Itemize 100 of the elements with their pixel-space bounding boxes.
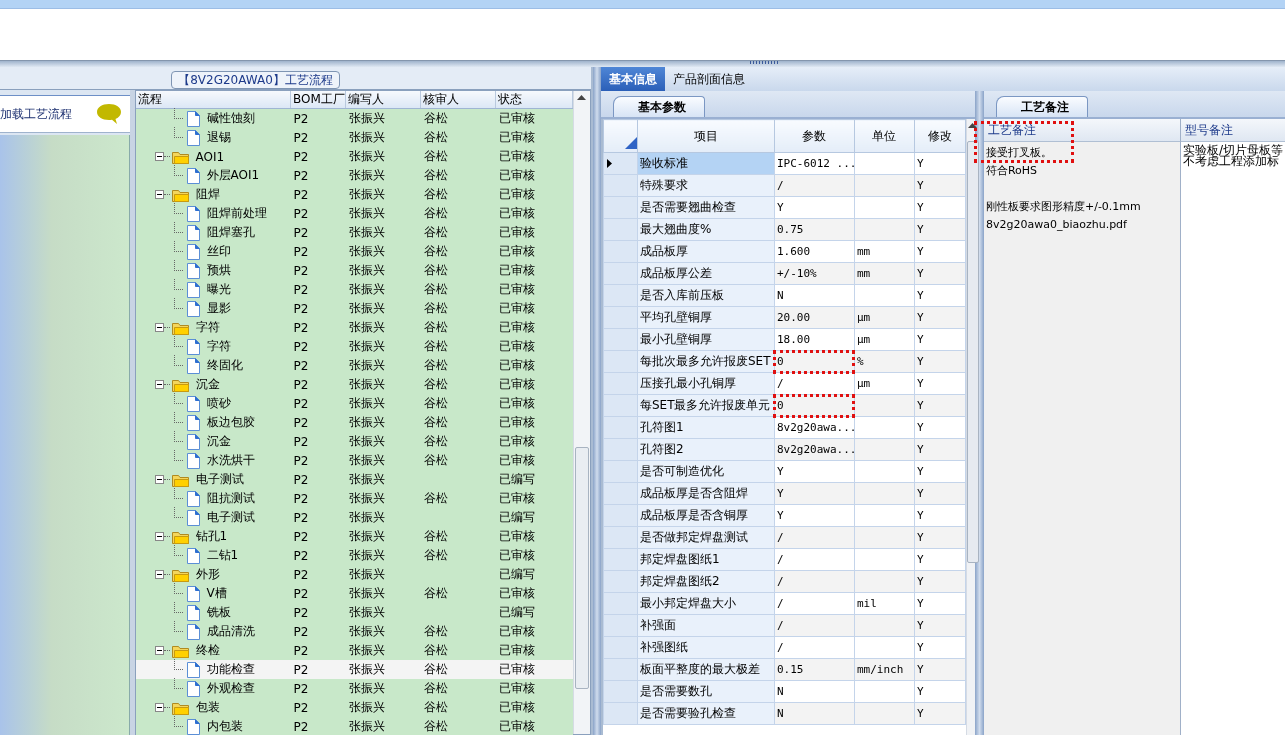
splitter-bar[interactable]: [129, 90, 135, 735]
table-cell: 张振兴: [348, 263, 385, 277]
tree-item[interactable]: AOI1: [193, 149, 227, 164]
folder-icon: [171, 643, 189, 658]
collapse-icon[interactable]: [154, 190, 164, 199]
table-cell: 张振兴: [348, 700, 385, 714]
table-cell: 张振兴: [348, 643, 385, 657]
tree-item[interactable]: 字符: [204, 338, 233, 355]
column-header[interactable]: 参数: [774, 119, 855, 153]
document-icon: [186, 243, 200, 260]
sub-tab[interactable]: 工艺备注: [995, 96, 1088, 117]
table-cell: 已编写: [498, 567, 535, 581]
collapse-icon[interactable]: [154, 646, 164, 655]
column-header[interactable]: 单位: [854, 119, 915, 153]
tree-item[interactable]: 沉金: [193, 376, 222, 393]
column-header[interactable]: 状态: [495, 91, 573, 109]
table-cell: 张振兴: [348, 168, 385, 182]
table-cell: 已审核: [498, 491, 535, 505]
scroll-up-icon[interactable]: [577, 95, 586, 100]
column-header[interactable]: 项目: [637, 119, 775, 153]
table-cell: 张振兴: [348, 434, 385, 448]
column-header[interactable]: 工艺备注: [983, 119, 1180, 142]
column-header[interactable]: 编写人: [345, 91, 421, 109]
table-cell: P2: [293, 301, 309, 316]
document-icon: [186, 300, 200, 317]
table-cell: 已审核: [498, 111, 535, 125]
tab[interactable]: 基本信息: [600, 67, 665, 91]
table-cell: 张振兴: [348, 358, 385, 372]
table-cell: 谷松: [423, 377, 448, 391]
splitter-grip-icon[interactable]: [750, 61, 780, 64]
table-cell: 板面平整度的最大极差: [637, 658, 775, 681]
collapse-icon[interactable]: [154, 703, 164, 712]
document-icon: [186, 167, 200, 184]
document-icon: [186, 623, 200, 640]
column-header[interactable]: BOM工厂: [290, 91, 346, 109]
tree-item[interactable]: V槽: [204, 585, 229, 602]
collapse-icon[interactable]: [154, 532, 164, 541]
tree-item[interactable]: 字符: [193, 319, 222, 336]
table-cell: 谷松: [423, 149, 448, 163]
table-cell[interactable]: 0: [774, 394, 855, 417]
selected-table-row[interactable]: [0, 0, 1285, 9]
table-cell: 孔符图1: [637, 416, 775, 439]
remarks-box[interactable]: 实验板/切片母板等 不考虑工程添加标: [1180, 142, 1285, 735]
tree-item[interactable]: 终检: [193, 642, 222, 659]
tree-item[interactable]: 预烘: [204, 262, 233, 279]
table-cell[interactable]: 0: [774, 350, 855, 373]
tree-item[interactable]: 包装: [193, 699, 222, 716]
collapse-icon[interactable]: [154, 152, 164, 161]
tree-item[interactable]: 退锡: [204, 129, 233, 146]
collapse-icon[interactable]: [154, 380, 164, 389]
collapse-icon[interactable]: [154, 323, 164, 332]
table-cell: 已审核: [498, 415, 535, 429]
table-cell: 已审核: [498, 244, 535, 258]
tree-item[interactable]: 沉金: [204, 433, 233, 450]
table-cell: 已编写: [498, 605, 535, 619]
column-header[interactable]: 核审人: [420, 91, 496, 109]
table-cell: 已审核: [498, 453, 535, 467]
tree-item[interactable]: 铣板: [204, 604, 233, 621]
table-cell: P2: [293, 149, 309, 164]
table-cell: P2: [293, 396, 309, 411]
table-cell: 谷松: [423, 586, 448, 600]
tree-item[interactable]: 喷砂: [204, 395, 233, 412]
table-cell: 张振兴: [348, 339, 385, 353]
table-cell: 已审核: [498, 263, 535, 277]
document-icon: [186, 585, 200, 602]
remarks-box[interactable]: 接受打叉板。 符合RoHS 刚性板要求图形精度+/-0.1mm 8v2g20awa0_biaozhu.pdf: [983, 142, 1180, 735]
table-cell: 谷松: [423, 168, 448, 182]
table-cell: 已审核: [498, 282, 535, 296]
corner-header[interactable]: [603, 119, 638, 153]
table-cell: P2: [293, 491, 309, 506]
table-cell: 已审核: [498, 187, 535, 201]
sub-tab[interactable]: 基本参数: [612, 96, 705, 117]
speech-bubble-icon[interactable]: [95, 103, 122, 125]
table-cell: 张振兴: [348, 586, 385, 600]
table-cell: P2: [293, 358, 309, 373]
document-icon: [186, 680, 200, 697]
column-header[interactable]: 修改: [914, 119, 966, 153]
column-header[interactable]: 流程: [135, 91, 291, 109]
scroll-thumb[interactable]: [966, 141, 979, 563]
table-cell: P2: [293, 681, 309, 696]
table-cell: 张振兴: [348, 225, 385, 239]
scroll-thumb[interactable]: [575, 447, 589, 689]
row-header[interactable]: [603, 152, 638, 175]
tree-item[interactable]: 外形: [193, 566, 222, 583]
document-icon: [186, 490, 200, 507]
table-cell: 最小邦定焊盘大小: [637, 592, 775, 615]
tree-item[interactable]: 丝印: [204, 243, 233, 260]
scrollbar[interactable]: [573, 91, 590, 734]
column-header[interactable]: 型号备注: [1180, 119, 1285, 142]
collapse-icon[interactable]: [154, 570, 164, 579]
collapse-icon[interactable]: [154, 475, 164, 484]
table-cell: 张振兴: [348, 472, 385, 486]
tab[interactable]: 产品剖面信息: [664, 67, 753, 91]
document-icon: [186, 281, 200, 298]
tree-item[interactable]: 阻焊: [193, 186, 222, 203]
tree-item[interactable]: 显影: [204, 300, 233, 317]
table-cell: P2: [293, 624, 309, 639]
table-cell: P2: [293, 282, 309, 297]
scroll-up-icon[interactable]: [967, 123, 977, 128]
tree-item[interactable]: 曝光: [204, 281, 233, 298]
